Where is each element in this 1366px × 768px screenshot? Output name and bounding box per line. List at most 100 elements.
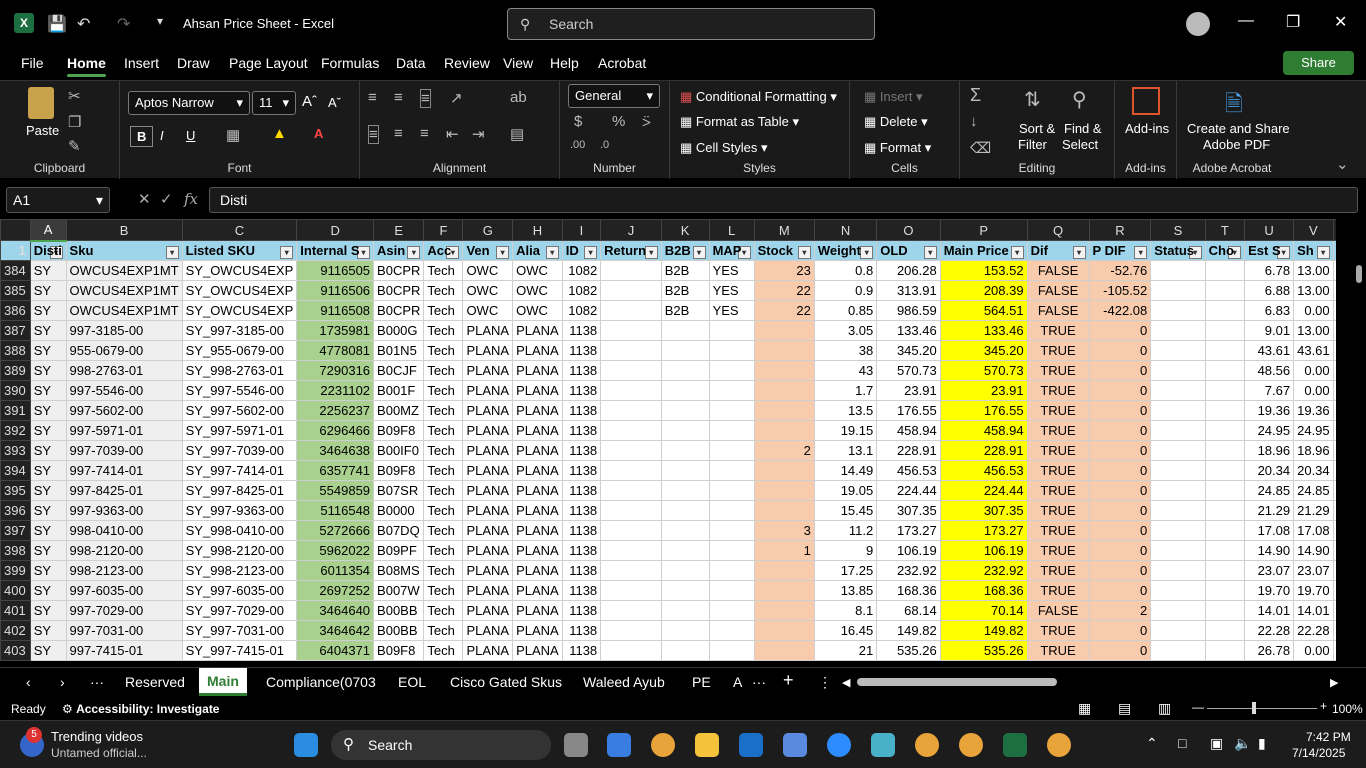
- increase-font-icon[interactable]: Aˆ: [302, 93, 317, 110]
- cell[interactable]: 6.78: [1244, 260, 1295, 281]
- widget-subtitle[interactable]: Untamed official...: [51, 746, 147, 760]
- cell[interactable]: [753, 480, 815, 501]
- row-header[interactable]: 391: [0, 400, 31, 421]
- cell[interactable]: SY_997-5971-01: [181, 420, 298, 441]
- header-cell[interactable]: ▾ Acc: [423, 240, 464, 261]
- cell[interactable]: 13.85: [813, 580, 878, 601]
- cell[interactable]: B09F8: [373, 420, 425, 441]
- cell[interactable]: PLANA: [512, 560, 563, 581]
- cell[interactable]: 6404371: [296, 640, 375, 661]
- cell[interactable]: 9: [813, 540, 878, 561]
- cell[interactable]: 21.29: [1293, 500, 1334, 521]
- cell[interactable]: SY: [29, 640, 67, 661]
- copy-icon[interactable]: ❐: [68, 113, 81, 131]
- column-header[interactable]: H: [512, 219, 563, 241]
- tab-insert[interactable]: Insert: [124, 55, 159, 71]
- comma-icon[interactable]: ⍩: [642, 113, 651, 130]
- cell[interactable]: [753, 620, 815, 641]
- cell[interactable]: PLANA: [512, 440, 563, 461]
- cell[interactable]: [1150, 320, 1206, 341]
- cell[interactable]: [1204, 340, 1246, 361]
- cell[interactable]: 0: [1088, 500, 1152, 521]
- cell[interactable]: 5962022: [296, 540, 375, 561]
- cell[interactable]: B09PF: [373, 540, 425, 561]
- cell[interactable]: 1138: [561, 500, 602, 521]
- search-box[interactable]: ⚲ Search: [507, 8, 875, 40]
- cell[interactable]: PLANA: [462, 380, 514, 401]
- cell[interactable]: TRUE: [1026, 420, 1090, 441]
- cell[interactable]: TRUE: [1026, 500, 1090, 521]
- cell[interactable]: 9.01: [1244, 320, 1295, 341]
- cell[interactable]: 6011354: [296, 560, 375, 581]
- cell[interactable]: Tech: [423, 480, 464, 501]
- cell[interactable]: OWC: [462, 260, 514, 281]
- find-label[interactable]: Find &: [1064, 121, 1102, 136]
- cell[interactable]: [660, 540, 710, 561]
- column-header[interactable]: M: [753, 219, 815, 241]
- cell[interactable]: SY: [29, 580, 67, 601]
- vertical-scrollbar[interactable]: [1336, 219, 1366, 667]
- cell[interactable]: 1082: [561, 260, 602, 281]
- cell[interactable]: 22.28: [1244, 620, 1295, 641]
- row-header[interactable]: 1: [0, 240, 31, 261]
- cell[interactable]: [1204, 640, 1246, 661]
- cell[interactable]: [660, 640, 710, 661]
- cell[interactable]: 16.45: [813, 620, 878, 641]
- cut-icon[interactable]: ✂: [68, 87, 81, 105]
- cell[interactable]: 0: [1088, 540, 1152, 561]
- cell[interactable]: 1138: [561, 360, 602, 381]
- cell[interactable]: 22.28: [1293, 620, 1334, 641]
- cell[interactable]: PLANA: [462, 420, 514, 441]
- filter-dropdown-icon[interactable]: ▾: [496, 245, 510, 259]
- cell[interactable]: 2256237: [296, 400, 375, 421]
- cell[interactable]: [1150, 400, 1206, 421]
- header-cell[interactable]: ▾ P DIF: [1088, 240, 1152, 261]
- cell[interactable]: SY_OWCUS4EXP: [181, 260, 298, 281]
- row-header[interactable]: 389: [0, 360, 31, 381]
- cell[interactable]: 6357741: [296, 460, 375, 481]
- cell[interactable]: 0.00: [1293, 380, 1334, 401]
- cell[interactable]: 106.19: [939, 540, 1028, 561]
- cell[interactable]: 1138: [561, 400, 602, 421]
- cell[interactable]: OWC: [462, 280, 514, 301]
- cell[interactable]: Tech: [423, 540, 464, 561]
- column-header[interactable]: I: [561, 219, 602, 241]
- font-color-icon[interactable]: A: [314, 126, 323, 141]
- horizontal-scrollbar[interactable]: [857, 678, 1057, 686]
- cell[interactable]: B01N5: [373, 340, 425, 361]
- cell[interactable]: SY: [29, 280, 67, 301]
- cell[interactable]: B00IF0: [373, 440, 425, 461]
- cell[interactable]: OWCUS4EXP1MT: [65, 260, 183, 281]
- cell[interactable]: 1138: [561, 580, 602, 601]
- cell[interactable]: 458.94: [876, 420, 941, 441]
- cell[interactable]: [708, 340, 755, 361]
- cell[interactable]: 0: [1088, 320, 1152, 341]
- store-icon[interactable]: [607, 733, 631, 757]
- row-header[interactable]: 396: [0, 500, 31, 521]
- cell[interactable]: TRUE: [1026, 320, 1090, 341]
- cell[interactable]: 0: [1088, 440, 1152, 461]
- cell[interactable]: 232.92: [939, 560, 1028, 581]
- filter-dropdown-icon[interactable]: ▾: [644, 245, 658, 259]
- cell[interactable]: [753, 460, 815, 481]
- cell[interactable]: SY: [29, 300, 67, 321]
- cell[interactable]: 456.53: [939, 460, 1028, 481]
- cell[interactable]: [660, 580, 710, 601]
- cancel-icon[interactable]: ✕: [138, 190, 151, 208]
- row-header[interactable]: 403: [0, 640, 31, 661]
- wrap-text-icon[interactable]: ab: [510, 89, 527, 106]
- task-view-icon[interactable]: [564, 733, 588, 757]
- cell[interactable]: B0CJF: [373, 360, 425, 381]
- cell[interactable]: 24.95: [1293, 420, 1334, 441]
- cell[interactable]: 232.92: [876, 560, 941, 581]
- cell[interactable]: [600, 300, 662, 321]
- cell[interactable]: 6.83: [1244, 300, 1295, 321]
- cell[interactable]: SY: [29, 320, 67, 341]
- cell[interactable]: TRUE: [1026, 540, 1090, 561]
- cell[interactable]: 18.96: [1244, 440, 1295, 461]
- row-header[interactable]: 386: [0, 300, 31, 321]
- cell[interactable]: 14.01: [1293, 600, 1334, 621]
- cell[interactable]: SY: [29, 260, 67, 281]
- cell[interactable]: [600, 400, 662, 421]
- cell[interactable]: [1150, 460, 1206, 481]
